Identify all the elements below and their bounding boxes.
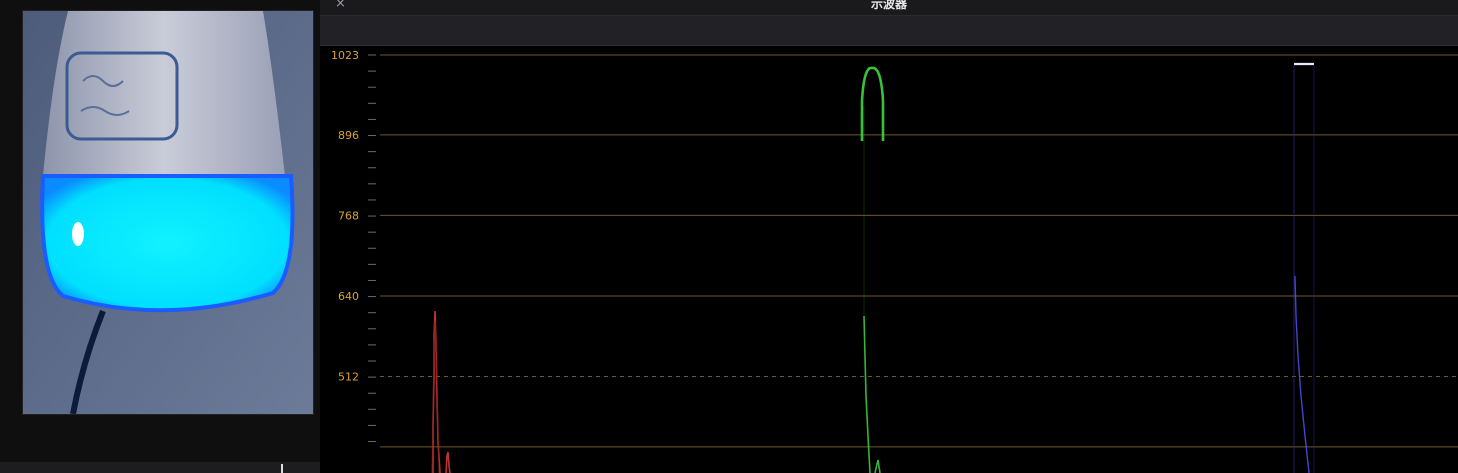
green-channel-trace [863, 315, 881, 473]
graticule-label-1023: 1023 [331, 49, 359, 62]
scope-titlebar: × 示波器 [320, 0, 1458, 16]
graticule-label-640: 640 [338, 290, 359, 303]
viewer-footer-bar [0, 462, 320, 473]
graticule-label-512: 512 [338, 370, 359, 383]
video-preview [23, 11, 313, 414]
graticule-label-768: 768 [338, 209, 359, 222]
blue-channel-trace [1294, 275, 1310, 473]
mouse-cursor [281, 464, 283, 473]
waveform-scope: 1023 896 768 640 512 [320, 46, 1458, 473]
viewer-panel [0, 0, 320, 473]
scope-title: 示波器 [870, 0, 907, 11]
graticule-label-896: 896 [338, 129, 359, 142]
green-channel-peak [860, 66, 885, 141]
scope-toolbar [320, 16, 1458, 46]
scope-panel: × 示波器 1023 896 768 640 512 [320, 0, 1458, 473]
preview-image [23, 11, 313, 414]
waveform-graph: 1023 896 768 640 512 [331, 49, 1458, 473]
